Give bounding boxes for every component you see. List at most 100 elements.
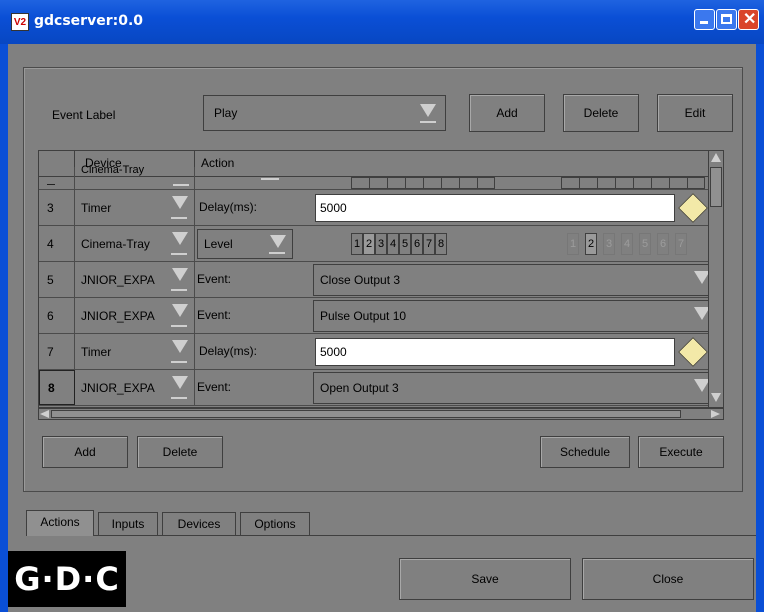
level-a-4[interactable]: 4 [387, 233, 399, 255]
dropdown-bar [171, 325, 187, 327]
level-dropdown[interactable]: Level [197, 229, 293, 259]
row-number: 4 [39, 226, 75, 261]
dropdown-bar [171, 361, 187, 363]
maximize-button[interactable] [716, 9, 737, 30]
level-a-6[interactable]: 6 [411, 233, 423, 255]
tab-actions[interactable]: Actions [26, 510, 94, 536]
dropdown-bar [173, 184, 189, 186]
gdc-logo: G·D·C [8, 551, 126, 607]
dropdown-bar [261, 178, 279, 180]
title-bar[interactable]: V2 gdcserver:0.0 ✕ [0, 0, 764, 44]
device-name: JNIOR_EXPA [81, 380, 155, 395]
level-b-3: 3 [603, 233, 615, 255]
level-a-1[interactable]: 1 [351, 233, 363, 255]
level-b-2[interactable]: 2 [585, 233, 597, 255]
row-device[interactable]: Timer [75, 190, 195, 225]
row-number: 3 [39, 190, 75, 225]
dropdown-bar [420, 121, 436, 123]
level-a-5[interactable]: 5 [399, 233, 411, 255]
dropdown-bar [171, 253, 187, 255]
event-select[interactable]: Pulse Output 10 [313, 300, 710, 332]
row-number [39, 167, 75, 189]
add-action-button[interactable]: Add [42, 436, 128, 468]
delay-input[interactable]: 5000 [315, 338, 675, 366]
device-name: Cinema-Tray [81, 236, 150, 251]
vertical-scrollbar[interactable] [708, 150, 724, 408]
device-name: JNIOR_EXPA [81, 272, 155, 287]
table-row-selected[interactable]: 8 JNIOR_EXPA Event: Open Output 3 [39, 370, 710, 406]
level-a-8[interactable]: 8 [435, 233, 447, 255]
action-label: Event: [197, 272, 232, 286]
event-dropdown-value: Play [214, 106, 238, 120]
device-name: Timer [81, 344, 112, 359]
scroll-left-icon[interactable] [40, 410, 49, 418]
event-value: Pulse Output 10 [320, 309, 407, 323]
dropdown-bar [171, 217, 187, 219]
close-button[interactable]: Close [582, 558, 754, 600]
event-add-button[interactable]: Add [469, 94, 545, 132]
level-b-6: 6 [657, 233, 669, 255]
event-select[interactable]: Open Output 3 [313, 372, 710, 404]
event-edit-button[interactable]: Edit [657, 94, 733, 132]
row-device[interactable]: Timer [75, 334, 195, 369]
app-icon: V2 [11, 13, 29, 31]
schedule-button[interactable]: Schedule [540, 436, 630, 468]
event-select[interactable]: Close Output 3 [313, 264, 710, 296]
chevron-down-icon [172, 196, 188, 209]
timer-pick-icon[interactable] [678, 337, 708, 367]
table-row[interactable]: 6 JNIOR_EXPA Event: Pulse Output 10 [39, 298, 710, 334]
tab-devices[interactable]: Devices [162, 512, 236, 536]
close-window-button[interactable]: ✕ [738, 9, 759, 30]
level-b-4: 4 [621, 233, 633, 255]
scroll-right-icon[interactable] [711, 410, 720, 418]
level-b-7: 7 [675, 233, 687, 255]
device-name: Cinema-Tray [81, 164, 145, 176]
row-device[interactable]: JNIOR_EXPA [75, 370, 195, 405]
table-row-partial[interactable]: Cinema-Tray [39, 164, 709, 190]
chevron-down-icon [172, 376, 188, 389]
row-number: 6 [39, 298, 75, 333]
window-border-right [756, 44, 764, 612]
chevron-down-icon [172, 268, 188, 281]
level-buttons-partial [561, 177, 705, 189]
action-label: Delay(ms): [199, 344, 258, 358]
chevron-down-icon [172, 340, 188, 353]
save-button[interactable]: Save [399, 558, 571, 600]
level-b-5: 5 [639, 233, 651, 255]
row-device[interactable]: Cinema-Tray [75, 226, 195, 261]
level-a-7[interactable]: 7 [423, 233, 435, 255]
table-row[interactable]: 7 Timer Delay(ms): 5000 [39, 334, 709, 370]
timer-pick-icon[interactable] [678, 193, 708, 223]
horizontal-scroll-thumb[interactable] [51, 410, 681, 418]
tab-inputs[interactable]: Inputs [98, 512, 158, 536]
horizontal-scrollbar[interactable] [38, 408, 724, 420]
row-number: 8 [39, 370, 75, 405]
action-label: Event: [197, 380, 232, 394]
event-delete-button[interactable]: Delete [563, 94, 639, 132]
tab-options[interactable]: Options [240, 512, 310, 536]
vertical-scroll-thumb[interactable] [710, 167, 722, 207]
dropdown-bar [269, 252, 285, 254]
window-border-left [0, 44, 8, 612]
row-device[interactable]: JNIOR_EXPA [75, 298, 195, 333]
execute-button[interactable]: Execute [638, 436, 724, 468]
table-row[interactable]: 3 Timer Delay(ms): 5000 [39, 190, 709, 226]
delay-input[interactable]: 5000 [315, 194, 675, 222]
minimize-button[interactable] [694, 9, 715, 30]
actions-table[interactable]: Device Action Cinema-Tray 3 Timer Delay(… [38, 150, 724, 408]
row-number: 5 [39, 262, 75, 297]
table-row[interactable]: 5 JNIOR_EXPA Event: Close Output 3 [39, 262, 710, 298]
event-value: Open Output 3 [320, 381, 399, 395]
scroll-down-icon[interactable] [711, 393, 721, 402]
device-name: JNIOR_EXPA [81, 308, 155, 323]
level-a-3[interactable]: 3 [375, 233, 387, 255]
dropdown-bar [171, 289, 187, 291]
row-device[interactable]: JNIOR_EXPA [75, 262, 195, 297]
device-name: Timer [81, 200, 112, 215]
delete-action-button[interactable]: Delete [137, 436, 223, 468]
level-a-2[interactable]: 2 [363, 233, 375, 255]
table-row[interactable]: 4 Cinema-Tray Level 1 2 3 4 5 6 7 8 1 2 … [39, 226, 709, 262]
scroll-up-icon[interactable] [711, 153, 721, 162]
event-dropdown[interactable]: Play [203, 95, 446, 131]
row-number: 7 [39, 334, 75, 369]
